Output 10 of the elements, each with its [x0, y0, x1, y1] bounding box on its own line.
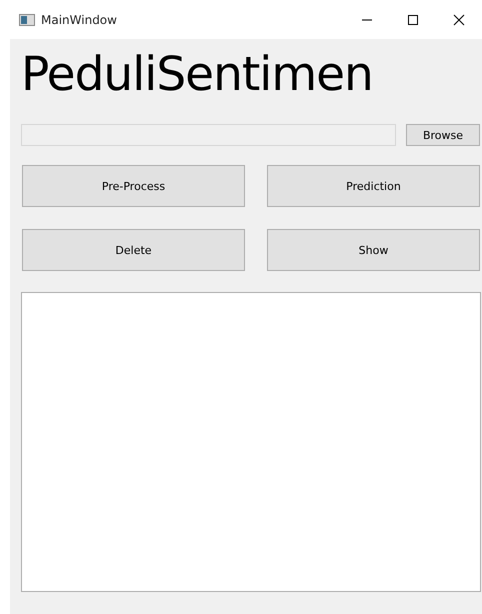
output-text-area[interactable] [21, 292, 481, 592]
action-button[interactable]: Prediction [267, 165, 480, 207]
action-button[interactable]: Show [267, 229, 480, 271]
action-button[interactable]: Delete [22, 229, 245, 271]
file-path-field[interactable] [21, 124, 396, 146]
app-heading: PeduliSentimen [21, 46, 373, 104]
window-title: MainWindow [41, 12, 118, 26]
action-button[interactable]: Pre-Process [22, 165, 245, 207]
browse-button[interactable]: Browse [406, 124, 480, 146]
app-icon [19, 14, 35, 26]
